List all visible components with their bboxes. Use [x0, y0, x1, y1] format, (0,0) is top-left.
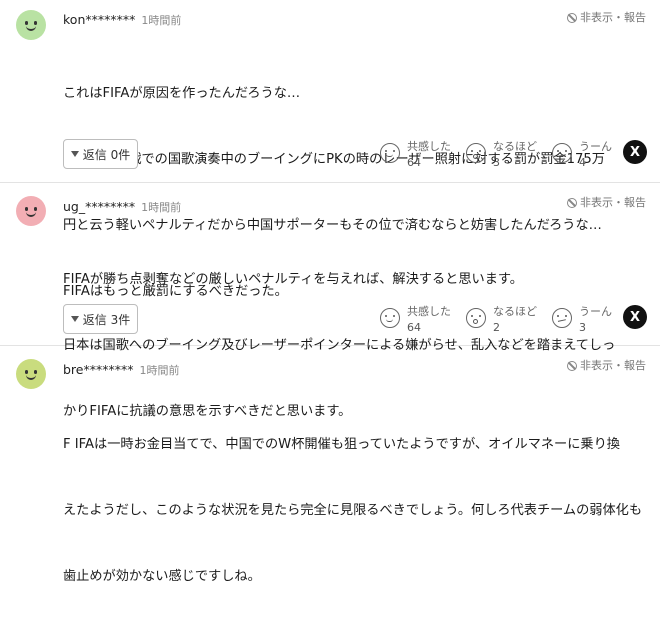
comment-header: ug_******** 1時間前 [63, 199, 181, 215]
comment-text: F IFAは一時お金目当てで、中国でのW杯開催も狙っていたようですが、オイルマネ… [63, 390, 653, 632]
avatar [16, 359, 46, 389]
reply-count-label: 返信 0件 [82, 147, 131, 162]
reaction-count: 3 [493, 156, 500, 169]
caret-down-icon [70, 151, 79, 157]
smile-face-icon [380, 308, 400, 328]
avatar [16, 10, 46, 40]
timestamp: 1時間前 [139, 364, 180, 377]
smile-face-icon [380, 143, 400, 163]
caret-down-icon [70, 316, 79, 322]
comment-line: えたようだし、このような状況を見たら完全に見限るべきでしょう。何しろ代表チームの… [63, 503, 643, 518]
hide-report-label: 非表示・報告 [580, 196, 646, 209]
reaction-label: なるほど [493, 305, 537, 318]
reaction-label: なるほど [493, 140, 537, 153]
username: kon******** [63, 12, 136, 27]
reaction-label: うーん [579, 305, 612, 318]
reply-toggle-button[interactable]: 返信 3件 [63, 304, 138, 334]
surprised-face-icon [466, 308, 486, 328]
share-x-button[interactable]: X [623, 140, 647, 164]
hmm-face-icon [552, 143, 572, 163]
comment-list: kon******** 1時間前 非表示・報告 これはFIFAが原因を作ったんだろ… [0, 0, 660, 584]
username: bre******** [63, 362, 134, 377]
comment-line: 歯止めが効かない感じですしね。 [63, 569, 261, 584]
username: ug_******** [63, 199, 136, 214]
comment-line: これはFIFAが原因を作ったんだろうな… [63, 86, 301, 101]
comment-item: kon******** 1時間前 非表示・報告 これはFIFAが原因を作ったんだろ… [0, 0, 660, 299]
comment-header: bre******** 1時間前 [63, 362, 180, 378]
comment-line: FIFAが勝ち点剥奪などの厳しいペナルティを与えれば、解決すると思います。 [63, 272, 523, 287]
hide-report-button[interactable]: 非表示・報告 [567, 358, 646, 374]
ban-icon [567, 198, 577, 208]
comment-line: F IFAは一時お金目当てで、中国でのW杯開催も狙っていたようですが、オイルマネ… [63, 437, 620, 452]
reaction-count: 4 [579, 156, 586, 169]
reaction-count: 3 [579, 321, 586, 334]
reaction-count: 2 [493, 321, 500, 334]
surprised-face-icon [466, 143, 486, 163]
reaction-label: うーん [579, 140, 612, 153]
ban-icon [567, 13, 577, 23]
share-x-button[interactable]: X [623, 305, 647, 329]
reaction-label: 共感した [407, 305, 451, 318]
hide-report-button[interactable]: 非表示・報告 [567, 10, 646, 26]
comment-header: kon******** 1時間前 [63, 12, 181, 28]
reply-toggle-button[interactable]: 返信 0件 [63, 139, 138, 169]
timestamp: 1時間前 [141, 14, 182, 27]
reaction-label: 共感した [407, 140, 451, 153]
avatar [16, 196, 46, 226]
ban-icon [567, 361, 577, 371]
reaction-count: 64 [407, 321, 421, 334]
hide-report-label: 非表示・報告 [580, 11, 646, 24]
reaction-bar: 共感した 64 なるほど 3 うーん 4 X [380, 140, 650, 174]
timestamp: 1時間前 [141, 201, 182, 214]
reaction-bar: 共感した 64 なるほど 2 うーん 3 X [380, 305, 650, 339]
hide-report-label: 非表示・報告 [580, 359, 646, 372]
reaction-count: 64 [407, 156, 421, 169]
hmm-face-icon [552, 308, 572, 328]
reply-count-label: 返信 3件 [82, 312, 131, 327]
comment-item: ug_******** 1時間前 非表示・報告 FIFAが勝ち点剥奪などの厳しいペ… [0, 183, 660, 419]
comment-item: bre******** 1時間前 非表示・報告 F IFAは一時お金目当てで、中国… [0, 346, 660, 584]
hide-report-button[interactable]: 非表示・報告 [567, 195, 646, 211]
